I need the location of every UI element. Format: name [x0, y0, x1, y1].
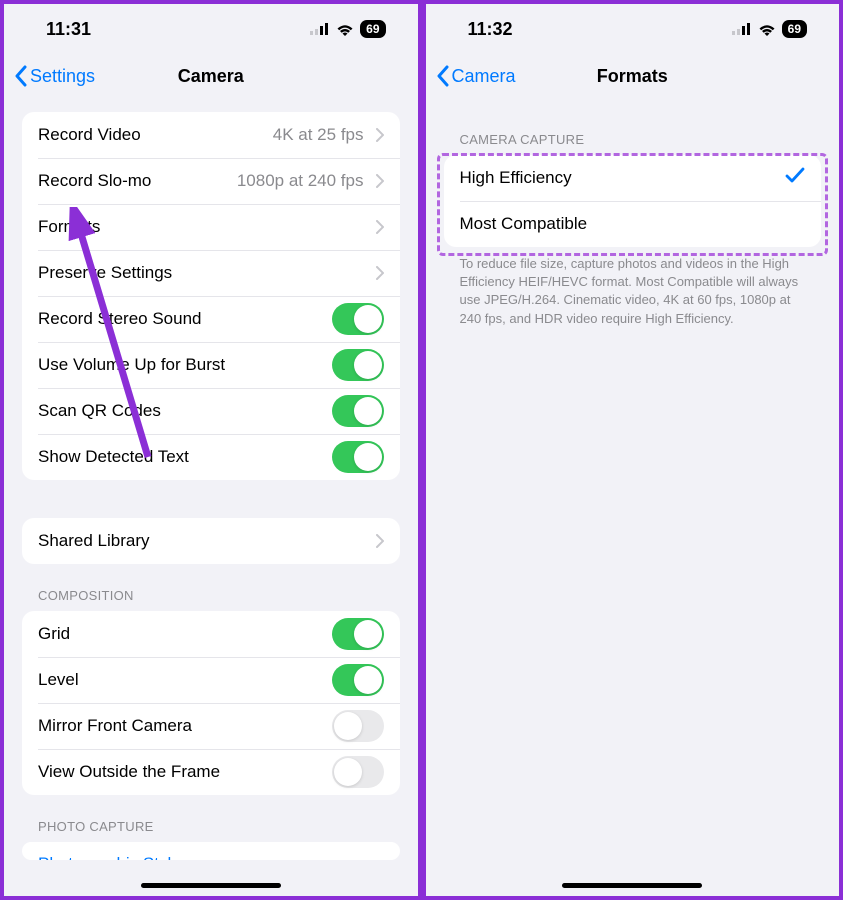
toggle-grid[interactable] — [332, 618, 384, 650]
home-indicator[interactable] — [562, 883, 702, 888]
row-label: Mirror Front Camera — [38, 716, 332, 736]
settings-group-shared: Shared Library — [22, 518, 400, 564]
status-bar: 11:32 69 — [426, 4, 840, 54]
row-label: Record Slo-mo — [38, 171, 237, 191]
row-label: Scan QR Codes — [38, 401, 332, 421]
row-high-efficiency[interactable]: High Efficiency — [444, 155, 822, 201]
row-level[interactable]: Level — [22, 657, 400, 703]
row-outside-frame[interactable]: View Outside the Frame — [22, 749, 400, 795]
cellular-icon — [732, 23, 752, 35]
row-label: Grid — [38, 624, 332, 644]
row-label: Record Stereo Sound — [38, 309, 332, 329]
row-record-slomo[interactable]: Record Slo-mo 1080p at 240 fps — [22, 158, 400, 204]
checkmark-icon — [785, 166, 805, 190]
status-right: 69 — [310, 20, 385, 38]
row-label: Preserve Settings — [38, 263, 364, 283]
section-photo-capture: PHOTO CAPTURE — [22, 795, 400, 842]
nav-bar: Camera Formats — [426, 54, 840, 98]
toggle-level[interactable] — [332, 664, 384, 696]
chevron-right-icon — [376, 174, 384, 188]
back-label: Camera — [452, 66, 516, 87]
toggle-detected-text[interactable] — [332, 441, 384, 473]
row-label: Record Video — [38, 125, 273, 145]
status-time: 11:31 — [46, 19, 91, 40]
wifi-icon — [336, 23, 354, 36]
toggle-volume-burst[interactable] — [332, 349, 384, 381]
back-button[interactable]: Settings — [14, 65, 95, 87]
section-composition: COMPOSITION — [22, 564, 400, 611]
row-mirror-front[interactable]: Mirror Front Camera — [22, 703, 400, 749]
chevron-left-icon — [436, 65, 450, 87]
content-left: Record Video 4K at 25 fps Record Slo-mo … — [4, 98, 418, 896]
chevron-right-icon — [376, 534, 384, 548]
content-right: CAMERA CAPTURE High Efficiency Most Comp… — [426, 98, 840, 896]
chevron-right-icon — [376, 266, 384, 280]
row-grid[interactable]: Grid — [22, 611, 400, 657]
formats-group: High Efficiency Most Compatible — [444, 155, 822, 247]
cellular-icon — [310, 23, 330, 35]
chevron-left-icon — [14, 65, 28, 87]
settings-group-photo: Photographic Styles — [22, 842, 400, 860]
footer-explanation: To reduce file size, capture photos and … — [444, 247, 822, 336]
toggle-stereo[interactable] — [332, 303, 384, 335]
nav-bar: Settings Camera — [4, 54, 418, 98]
row-preserve-settings[interactable]: Preserve Settings — [22, 250, 400, 296]
status-bar: 11:31 69 — [4, 4, 418, 54]
chevron-right-icon — [376, 220, 384, 234]
phone-right: 11:32 69 Camera Formats CAMERA CAPTURE H… — [422, 0, 843, 900]
phone-left: 11:31 69 Settings Camera Record Video 4K… — [0, 0, 422, 900]
row-scan-qr[interactable]: Scan QR Codes — [22, 388, 400, 434]
settings-group-1: Record Video 4K at 25 fps Record Slo-mo … — [22, 112, 400, 480]
row-formats[interactable]: Formats — [22, 204, 400, 250]
row-label: Level — [38, 670, 332, 690]
row-label: View Outside the Frame — [38, 762, 332, 782]
row-record-video[interactable]: Record Video 4K at 25 fps — [22, 112, 400, 158]
home-indicator[interactable] — [141, 883, 281, 888]
row-volume-burst[interactable]: Use Volume Up for Burst — [22, 342, 400, 388]
row-label: High Efficiency — [460, 168, 786, 188]
row-label: Show Detected Text — [38, 447, 332, 467]
nav-title: Camera — [178, 66, 244, 87]
row-label: Shared Library — [38, 531, 364, 551]
row-detected-text[interactable]: Show Detected Text — [22, 434, 400, 480]
battery-icon: 69 — [782, 20, 807, 38]
toggle-outside-frame[interactable] — [332, 756, 384, 788]
row-label: Most Compatible — [460, 214, 806, 234]
nav-title: Formats — [597, 66, 668, 87]
row-label: Use Volume Up for Burst — [38, 355, 332, 375]
settings-group-composition: Grid Level Mirror Front Camera View Outs… — [22, 611, 400, 795]
row-detail: 4K at 25 fps — [273, 125, 364, 145]
status-time: 11:32 — [468, 19, 513, 40]
chevron-right-icon — [376, 128, 384, 142]
row-stereo-sound[interactable]: Record Stereo Sound — [22, 296, 400, 342]
battery-icon: 69 — [360, 20, 385, 38]
toggle-scan-qr[interactable] — [332, 395, 384, 427]
back-label: Settings — [30, 66, 95, 87]
wifi-icon — [758, 23, 776, 36]
row-detail: 1080p at 240 fps — [237, 171, 364, 191]
row-shared-library[interactable]: Shared Library — [22, 518, 400, 564]
section-camera-capture: CAMERA CAPTURE — [444, 98, 822, 155]
row-photographic-styles[interactable]: Photographic Styles — [22, 842, 400, 860]
back-button[interactable]: Camera — [436, 65, 516, 87]
row-most-compatible[interactable]: Most Compatible — [444, 201, 822, 247]
toggle-mirror-front[interactable] — [332, 710, 384, 742]
status-right: 69 — [732, 20, 807, 38]
row-label: Formats — [38, 217, 364, 237]
